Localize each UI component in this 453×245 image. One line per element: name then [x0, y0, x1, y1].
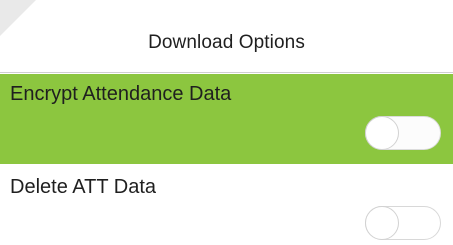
delete-att-data-toggle[interactable] [365, 206, 441, 240]
encrypt-attendance-data-toggle[interactable] [365, 116, 441, 150]
option-encrypt-attendance-data[interactable]: Encrypt Attendance Data [0, 74, 453, 164]
toggle-knob [365, 206, 399, 240]
option-label-delete-att-data: Delete ATT Data [10, 176, 156, 198]
option-delete-att-data[interactable]: Delete ATT Data [0, 164, 453, 245]
option-label-encrypt-attendance-data: Encrypt Attendance Data [10, 83, 232, 105]
download-options-screen: Download Options Encrypt Attendance Data… [0, 0, 453, 245]
toggle-knob [365, 116, 399, 150]
header: Download Options [0, 0, 453, 73]
page-title: Download Options [148, 32, 305, 53]
